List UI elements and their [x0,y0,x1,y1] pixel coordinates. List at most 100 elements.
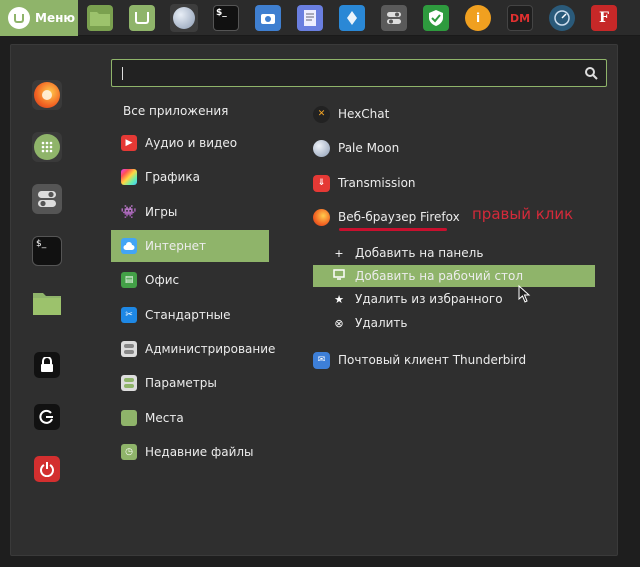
monitor-icon [549,5,575,31]
context-remove-from-favorites[interactable]: ★ Удалить из избранного [313,288,595,310]
context-add-to-desktop[interactable]: Добавить на рабочий стол [313,265,595,287]
launcher-monitor[interactable] [548,4,576,32]
logout-icon [34,404,60,430]
category-label: Все приложения [123,104,229,118]
cloud-icon [121,238,137,254]
launcher-files[interactable] [86,4,114,32]
app-pale-moon[interactable]: Pale Moon [313,134,399,162]
mouse-cursor-icon [518,285,531,303]
category-label: Недавние файлы [145,445,254,459]
graphics-icon [121,169,137,185]
launcher-system-info[interactable]: i [464,4,492,32]
favorites-sidebar: $_ [11,45,83,555]
category-label: Стандартные [145,308,231,322]
pale-moon-icon [171,5,197,31]
top-panel: Меню $_ i DM F [0,0,640,36]
category-internet[interactable]: Интернет [111,230,269,262]
category-all[interactable]: Все приложения [111,95,269,127]
terminal-icon: $_ [213,5,239,31]
category-recent-files[interactable]: ◷ Недавние файлы [111,436,269,468]
category-office[interactable]: ▤ Офис [111,264,269,296]
category-label: Интернет [145,239,207,253]
category-administration[interactable]: Администрирование [111,333,275,365]
folder-icon [87,5,113,31]
app-thunderbird[interactable]: ✉ Почтовый клиент Thunderbird [313,346,526,374]
context-add-to-panel[interactable]: + Добавить на панель [313,242,595,264]
context-uninstall[interactable]: ⊗ Удалить [313,312,595,334]
folder-icon [33,293,61,315]
hexchat-icon: ✕ [313,105,330,123]
fav-lock-screen[interactable] [32,350,62,380]
category-places[interactable]: Места [111,402,269,434]
app-hexchat[interactable]: ✕ HexChat [313,100,389,128]
power-icon [34,456,60,482]
search-icon [585,67,598,80]
terminal-icon: $_ [36,239,47,249]
fav-software-manager[interactable] [32,132,62,162]
category-preferences[interactable]: Параметры [111,367,269,399]
fav-logout[interactable] [32,402,62,432]
fav-firefox[interactable] [32,80,62,110]
text-caret [122,67,123,80]
category-label: Офис [145,273,180,287]
launcher-security[interactable] [422,4,450,32]
annotation-text: правый клик [472,205,574,223]
invader-icon: 👾 [120,204,138,220]
software-manager-icon [34,134,60,160]
context-label: Удалить [355,316,408,330]
monitor-icon [333,269,345,283]
category-label: Графика [145,170,200,184]
app-firefox[interactable]: Веб-браузер Firefox [313,203,460,231]
scissors-icon: ✂ [121,307,137,323]
menu-button-label: Меню [35,11,76,25]
launcher-fonts[interactable]: F [590,4,618,32]
admin-settings-icon [121,341,137,357]
fav-settings[interactable] [32,184,62,214]
fav-home-folder[interactable] [32,288,62,318]
app-label: Transmission [338,176,416,190]
category-audio-video[interactable]: ▶ Аудио и видео [111,127,269,159]
app-transmission[interactable]: ⇓ Transmission [313,169,416,197]
text-editor-icon [297,5,323,31]
menu-button[interactable]: Меню [0,0,78,36]
launcher-terminal[interactable]: $_ [212,4,240,32]
preferences-icon [121,375,137,391]
firefox-icon [313,208,330,226]
category-label: Администрирование [145,342,276,356]
launcher-software[interactable] [338,4,366,32]
camera-icon [255,5,281,31]
search-input[interactable] [111,59,607,87]
plus-icon: + [334,246,344,260]
star-icon: ★ [334,292,344,306]
transmission-icon: ⇓ [313,174,330,192]
folder-icon [121,410,137,426]
shield-icon [423,5,449,31]
info-icon: i [465,5,491,31]
remove-icon: ⊗ [334,316,344,330]
category-label: Параметры [145,376,217,390]
dm-icon: DM [507,5,533,31]
fav-shutdown[interactable] [32,454,62,484]
launcher-screenshot[interactable] [254,4,282,32]
mint-logo-icon [8,7,30,29]
app-label: Веб-браузер Firefox [338,210,460,224]
category-games[interactable]: 👾 Игры [111,196,269,228]
software-icon [339,5,365,31]
annotation-underline [339,228,447,231]
context-label: Удалить из избранного [355,292,503,306]
fav-terminal[interactable]: $_ [32,236,62,266]
app-label: Почтовый клиент Thunderbird [338,353,527,367]
context-label: Добавить на рабочий стол [355,269,524,283]
recent-folder-icon: ◷ [121,444,137,460]
launcher-settings[interactable] [380,4,408,32]
category-label: Игры [145,205,178,219]
mint-update-icon [129,5,155,31]
multimedia-icon: ▶ [121,135,137,151]
launcher-update-manager[interactable] [128,4,156,32]
launcher-dm[interactable]: DM [506,4,534,32]
category-graphics[interactable]: Графика [111,161,269,193]
launcher-text-editor[interactable] [296,4,324,32]
category-accessories[interactable]: ✂ Стандартные [111,299,269,331]
category-label: Места [145,411,184,425]
launcher-pale-moon[interactable] [170,4,198,32]
